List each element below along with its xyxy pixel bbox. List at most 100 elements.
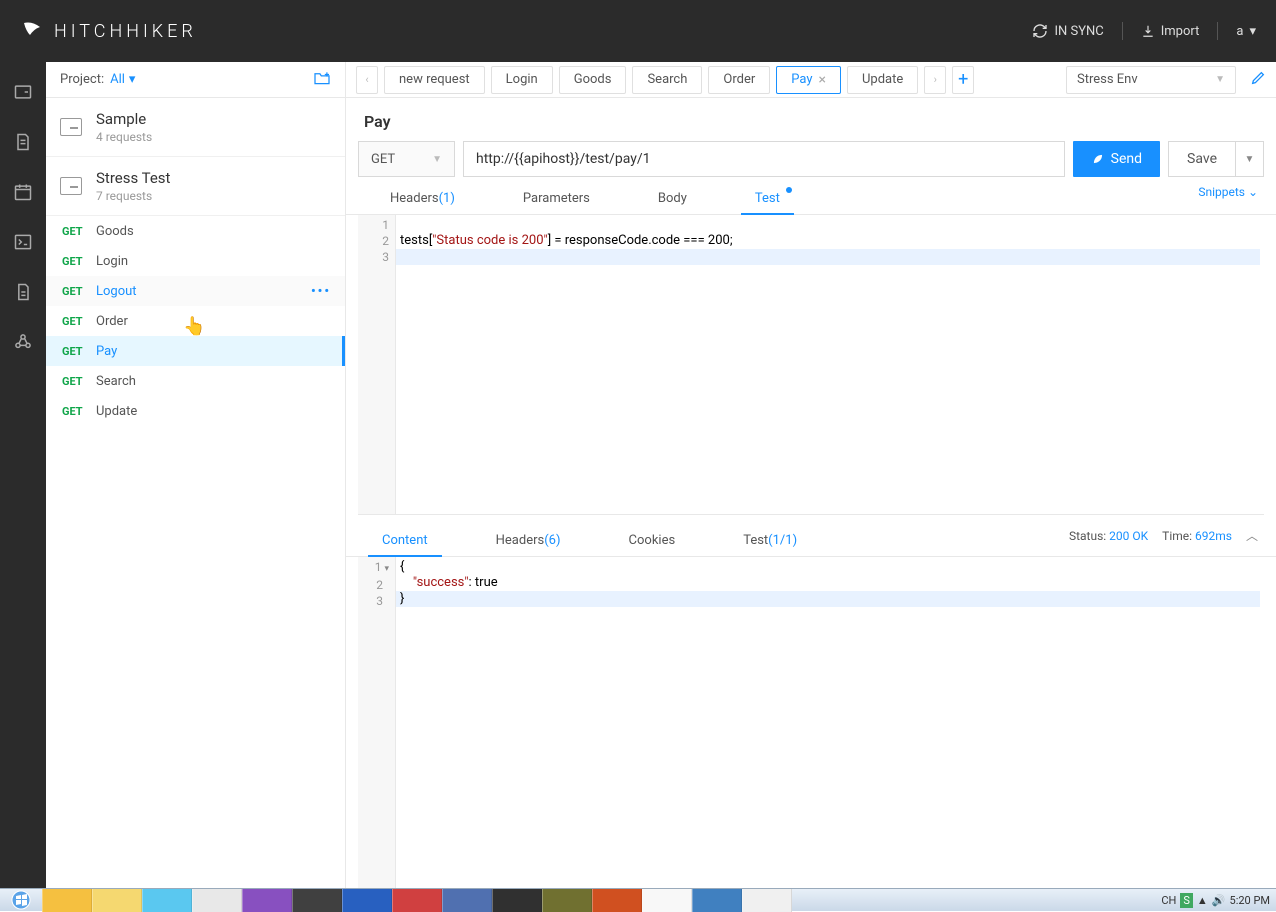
- document-icon[interactable]: [13, 132, 33, 152]
- nav-rail: [0, 62, 46, 888]
- resp-tab-content[interactable]: Content: [368, 525, 442, 556]
- collapse-response[interactable]: ︿: [1246, 527, 1258, 544]
- new-collection-button[interactable]: [313, 71, 331, 89]
- tray-icon[interactable]: ▲: [1197, 894, 1208, 907]
- request-item[interactable]: GETGoods: [46, 216, 345, 246]
- taskbar-app[interactable]: [192, 889, 242, 912]
- project-label: Project:: [60, 72, 104, 87]
- taskbar-app[interactable]: [142, 889, 192, 912]
- taskbar-app[interactable]: [242, 889, 292, 912]
- request-name: Goods: [96, 224, 134, 239]
- collection-sample[interactable]: Sample 4 requests: [46, 98, 345, 157]
- request-item[interactable]: GETSearch: [46, 366, 345, 396]
- tab-bar: ‹ new requestLoginGoodsSearchOrderPay×Up…: [346, 62, 1276, 98]
- collection-icon[interactable]: [13, 82, 33, 102]
- modified-dot-icon: [786, 187, 792, 193]
- taskbar-app[interactable]: [442, 889, 492, 912]
- taskbar-app[interactable]: [292, 889, 342, 912]
- taskbar-app[interactable]: [592, 889, 642, 912]
- tab-headers[interactable]: Headers(1): [376, 183, 469, 214]
- import-button[interactable]: Import: [1141, 24, 1200, 39]
- resp-tab-test[interactable]: Test(1/1): [729, 525, 811, 556]
- app-header: HITCHHIKER IN SYNC Import a ▾: [0, 0, 1276, 62]
- terminal-icon[interactable]: [13, 232, 33, 252]
- collection-stress-test[interactable]: Stress Test 7 requests: [46, 157, 345, 216]
- tabs-next[interactable]: ›: [924, 66, 946, 94]
- method-badge: GET: [62, 405, 96, 418]
- cluster-icon[interactable]: [13, 332, 33, 352]
- taskbar-app[interactable]: [542, 889, 592, 912]
- taskbar-app[interactable]: [692, 889, 742, 912]
- chevron-down-icon: ▼: [1215, 74, 1225, 85]
- sync-icon: [1032, 23, 1048, 39]
- save-dropdown[interactable]: ▼: [1236, 141, 1264, 177]
- close-icon[interactable]: ×: [819, 72, 826, 88]
- method-badge: GET: [62, 315, 96, 328]
- lang-indicator[interactable]: CH: [1161, 894, 1176, 907]
- folder-plus-icon: [313, 71, 331, 85]
- chevron-down-icon: ▾: [1249, 24, 1256, 39]
- environment-edit[interactable]: [1250, 70, 1266, 90]
- user-menu[interactable]: a ▾: [1236, 24, 1256, 39]
- chevron-down-icon: ▾: [129, 72, 136, 87]
- method-select[interactable]: GET ▼: [358, 141, 455, 177]
- project-selector[interactable]: All ▾: [110, 72, 135, 87]
- windows-taskbar[interactable]: CH S ▲ 🔊 5:20 PM: [0, 888, 1276, 911]
- response-editor[interactable]: 1 ▾2 3 { "success": true }: [358, 557, 1264, 888]
- resp-tab-cookies[interactable]: Cookies: [615, 525, 690, 556]
- url-input[interactable]: [463, 141, 1065, 177]
- request-item[interactable]: GETLogout•••: [46, 276, 345, 306]
- tabs-prev[interactable]: ‹: [356, 66, 378, 94]
- editor-gutter: 123: [358, 215, 396, 514]
- tab-parameters[interactable]: Parameters: [509, 183, 604, 214]
- clock[interactable]: 5:20 PM: [1230, 894, 1270, 907]
- snippets-link[interactable]: Snippets ⌄: [1198, 185, 1258, 199]
- tab-test[interactable]: Test: [741, 183, 794, 214]
- environment-select[interactable]: Stress Env ▼: [1066, 66, 1236, 94]
- tab-body[interactable]: Body: [644, 183, 701, 214]
- method-badge: GET: [62, 345, 96, 358]
- logo-icon: [20, 19, 44, 43]
- tab-search[interactable]: Search: [632, 66, 702, 94]
- tab-new-request[interactable]: new request: [384, 66, 485, 94]
- method-badge: GET: [62, 375, 96, 388]
- taskbar-app[interactable]: [42, 889, 92, 912]
- tab-update[interactable]: Update: [847, 66, 918, 94]
- request-item[interactable]: GETLogin: [46, 246, 345, 276]
- test-editor[interactable]: 123 tests["Status code is 200"] = respon…: [358, 215, 1264, 515]
- tab-order[interactable]: Order: [708, 66, 770, 94]
- main-content: ‹ new requestLoginGoodsSearchOrderPay×Up…: [346, 62, 1276, 888]
- tab-goods[interactable]: Goods: [559, 66, 627, 94]
- chevron-down-icon: ⌄: [1248, 185, 1258, 199]
- tab-add[interactable]: +: [952, 66, 974, 94]
- request-item[interactable]: GETUpdate: [46, 396, 345, 426]
- import-icon: [1141, 24, 1155, 38]
- file-icon[interactable]: [13, 282, 33, 302]
- request-item[interactable]: GETPay: [46, 336, 345, 366]
- method-badge: GET: [62, 285, 96, 298]
- sync-status[interactable]: IN SYNC: [1032, 23, 1103, 39]
- start-button[interactable]: [0, 889, 42, 912]
- request-name: Update: [96, 404, 137, 419]
- save-button[interactable]: Save: [1168, 141, 1236, 177]
- taskbar-app[interactable]: [742, 889, 792, 912]
- taskbar-app[interactable]: [642, 889, 692, 912]
- tray-icon[interactable]: 🔊: [1212, 894, 1226, 907]
- request-item[interactable]: GETOrder: [46, 306, 345, 336]
- collection-icon: [60, 118, 82, 136]
- taskbar-app[interactable]: [492, 889, 542, 912]
- taskbar-app[interactable]: [342, 889, 392, 912]
- request-name: Order: [96, 314, 128, 329]
- taskbar-app[interactable]: [92, 889, 142, 912]
- more-icon[interactable]: •••: [311, 284, 331, 299]
- tray-icon[interactable]: S: [1180, 893, 1193, 908]
- method-badge: GET: [62, 255, 96, 268]
- resp-tab-headers[interactable]: Headers(6): [482, 525, 575, 556]
- tab-pay[interactable]: Pay×: [776, 66, 841, 94]
- tab-login[interactable]: Login: [491, 66, 553, 94]
- taskbar-app[interactable]: [392, 889, 442, 912]
- request-name: Search: [96, 374, 136, 389]
- request-name: Login: [96, 254, 128, 269]
- schedule-icon[interactable]: [13, 182, 33, 202]
- send-button[interactable]: Send: [1073, 141, 1160, 177]
